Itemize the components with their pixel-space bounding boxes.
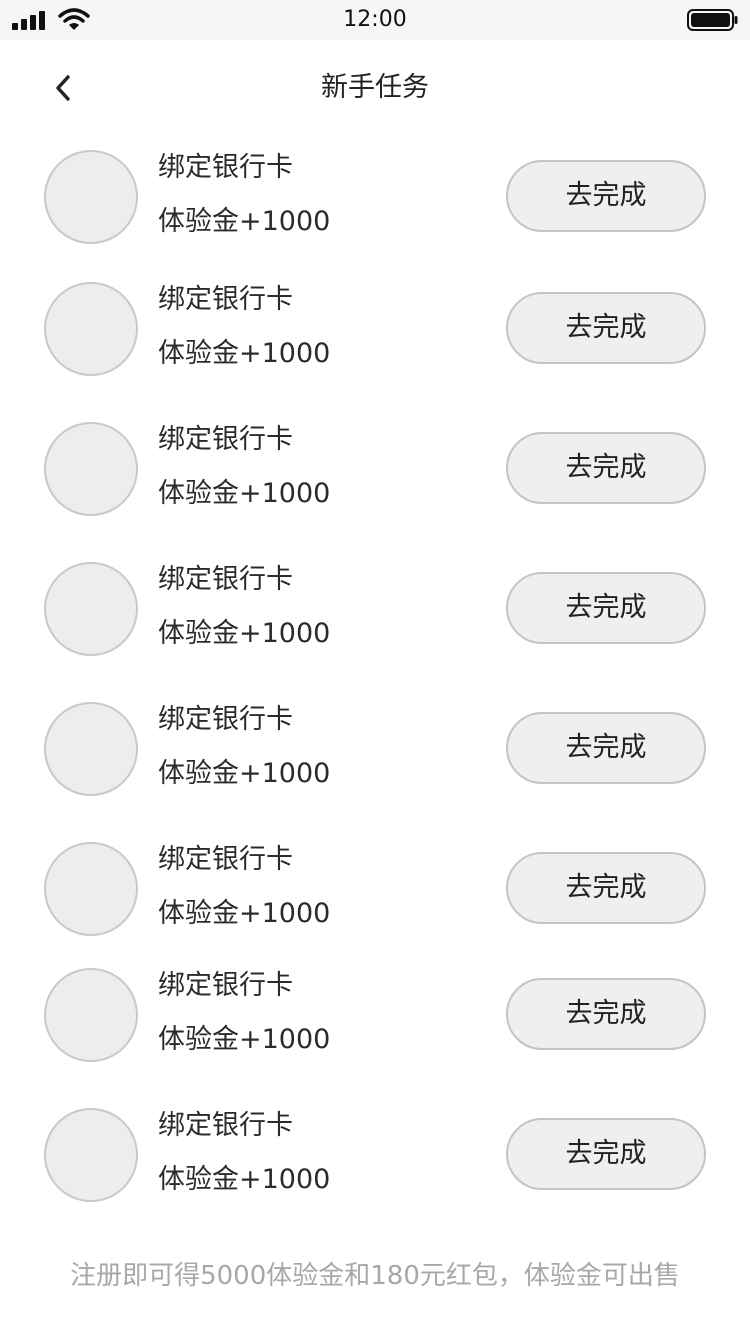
task-reward: 体验金+1000 — [158, 618, 331, 649]
task-name: 绑定银行卡 — [158, 564, 293, 595]
complete-task-button[interactable]: 去完成 — [506, 978, 706, 1050]
signal-bars-icon — [12, 10, 48, 34]
task-name: 绑定银行卡 — [158, 844, 293, 875]
footer-note: 注册即可得5000体验金和180元红包，体验金可出售 — [70, 1261, 680, 1291]
complete-task-button[interactable]: 去完成 — [506, 712, 706, 784]
complete-task-button[interactable]: 去完成 — [506, 1118, 706, 1190]
task-reward: 体验金+1000 — [158, 338, 331, 369]
status-bar: 12:00 — [0, 0, 750, 40]
task-row: 绑定银行卡 体验金+1000 去完成 — [0, 964, 750, 1064]
task-icon-placeholder — [44, 1108, 138, 1202]
task-name: 绑定银行卡 — [158, 284, 293, 315]
task-reward: 体验金+1000 — [158, 758, 331, 789]
task-reward: 体验金+1000 — [158, 206, 331, 237]
task-name: 绑定银行卡 — [158, 152, 293, 183]
task-icon-placeholder — [44, 968, 138, 1062]
task-row: 绑定银行卡 体验金+1000 去完成 — [0, 418, 750, 518]
task-row: 绑定银行卡 体验金+1000 去完成 — [0, 698, 750, 798]
complete-task-button[interactable]: 去完成 — [506, 160, 706, 232]
complete-task-button[interactable]: 去完成 — [506, 292, 706, 364]
task-row: 绑定银行卡 体验金+1000 去完成 — [0, 1104, 750, 1204]
complete-task-button[interactable]: 去完成 — [506, 572, 706, 644]
task-row: 绑定银行卡 体验金+1000 去完成 — [0, 278, 750, 378]
task-name: 绑定银行卡 — [158, 424, 293, 455]
page-title: 新手任务 — [321, 72, 429, 103]
task-icon-placeholder — [44, 282, 138, 376]
task-row: 绑定银行卡 体验金+1000 去完成 — [0, 146, 750, 246]
battery-full-icon — [687, 9, 739, 35]
task-row: 绑定银行卡 体验金+1000 去完成 — [0, 838, 750, 938]
nav-bar: 新手任务 — [0, 40, 750, 136]
task-name: 绑定银行卡 — [158, 970, 293, 1001]
back-button[interactable] — [36, 64, 92, 112]
task-reward: 体验金+1000 — [158, 1024, 331, 1055]
task-icon-placeholder — [44, 702, 138, 796]
task-name: 绑定银行卡 — [158, 1110, 293, 1141]
task-icon-placeholder — [44, 150, 138, 244]
status-time: 12:00 — [343, 7, 407, 32]
task-icon-placeholder — [44, 842, 138, 936]
complete-task-button[interactable]: 去完成 — [506, 852, 706, 924]
task-reward: 体验金+1000 — [158, 478, 331, 509]
task-icon-placeholder — [44, 422, 138, 516]
task-icon-placeholder — [44, 562, 138, 656]
complete-task-button[interactable]: 去完成 — [506, 432, 706, 504]
chevron-left-icon — [56, 75, 70, 101]
task-reward: 体验金+1000 — [158, 898, 331, 929]
task-reward: 体验金+1000 — [158, 1164, 331, 1195]
task-row: 绑定银行卡 体验金+1000 去完成 — [0, 558, 750, 658]
task-name: 绑定银行卡 — [158, 704, 293, 735]
wifi-icon — [58, 8, 90, 36]
